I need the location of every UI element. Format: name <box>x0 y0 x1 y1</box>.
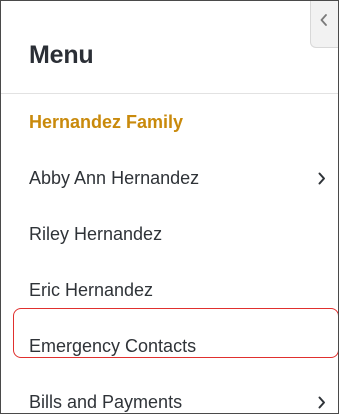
side-menu-panel: Menu Hernandez Family Abby Ann Hernandez… <box>0 0 339 414</box>
menu-item-label: Abby Ann Hernandez <box>29 167 200 188</box>
menu-item-hernandez-family: Hernandez Family <box>1 94 338 150</box>
chevron-left-icon <box>320 14 327 26</box>
menu-item-label: Eric Hernandez <box>29 279 154 300</box>
menu-item-label: Bills and Payments <box>29 391 183 412</box>
chevron-right-icon <box>318 172 325 185</box>
menu-item-label: Emergency Contacts <box>29 335 197 356</box>
menu-item-riley-hernandez[interactable]: Riley Hernandez <box>1 206 338 262</box>
chevron-right-icon <box>318 396 325 409</box>
menu-list: Hernandez Family Abby Ann Hernandez Rile… <box>1 94 338 413</box>
menu-item-abby-ann-hernandez[interactable]: Abby Ann Hernandez <box>1 150 338 206</box>
menu-item-emergency-contacts[interactable]: Emergency Contacts <box>1 318 338 374</box>
menu-item-label: Riley Hernandez <box>29 223 163 244</box>
menu-title: Menu <box>29 41 94 69</box>
menu-item-label: Hernandez Family <box>29 111 184 132</box>
collapse-menu-button[interactable] <box>310 1 338 48</box>
menu-item-bills-and-payments[interactable]: Bills and Payments <box>1 374 338 413</box>
menu-item-eric-hernandez[interactable]: Eric Hernandez <box>1 262 338 318</box>
